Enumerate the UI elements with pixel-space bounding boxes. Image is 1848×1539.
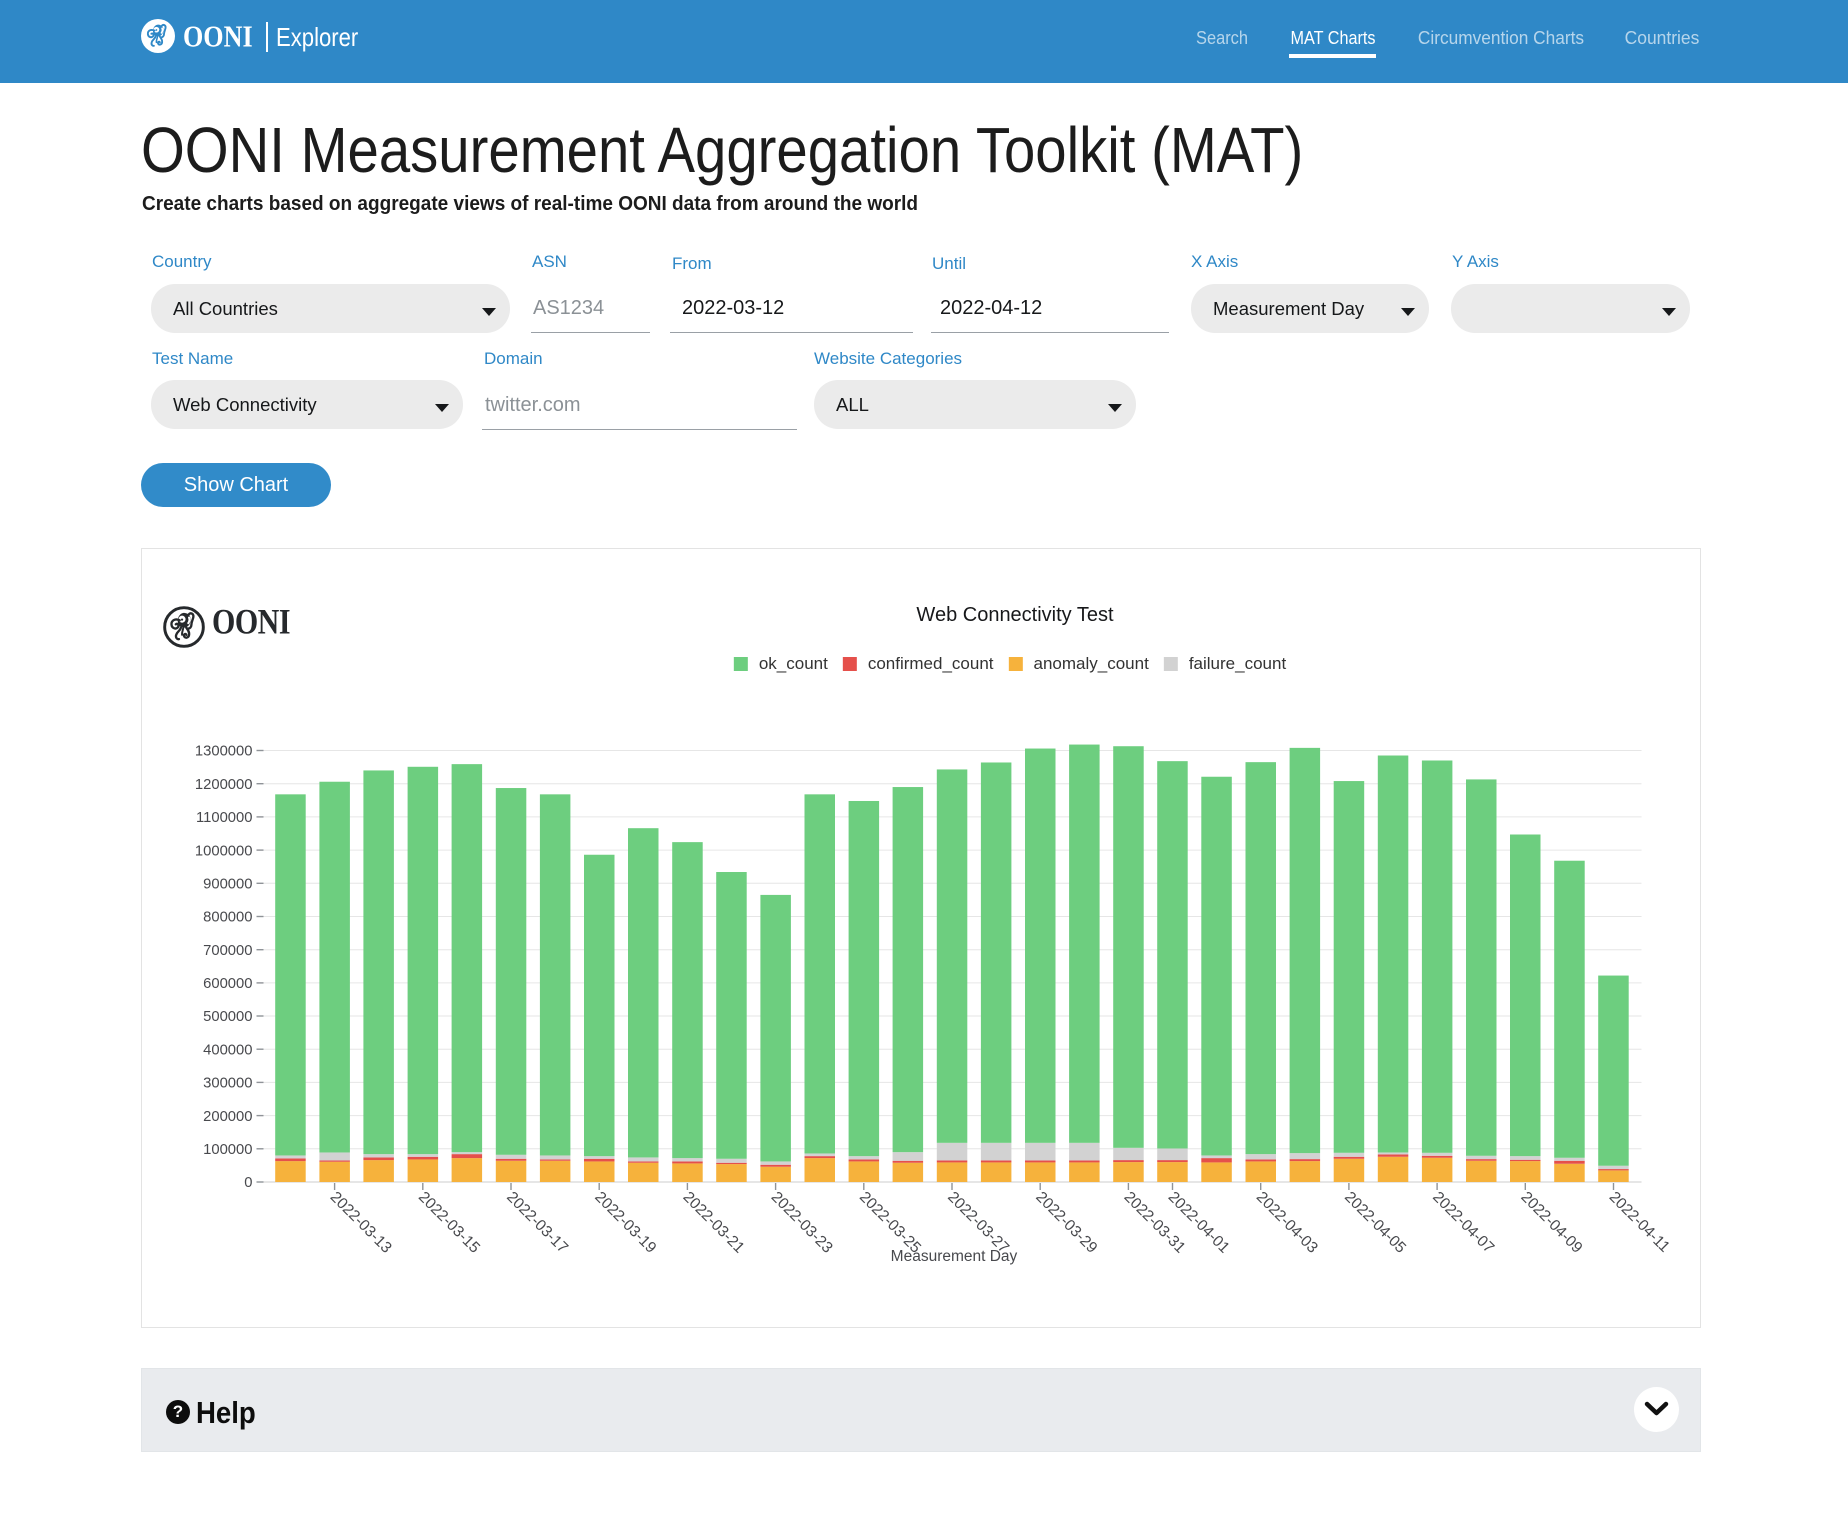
svg-text:200000: 200000 bbox=[203, 1109, 252, 1125]
svg-text:2022-03-15: 2022-03-15 bbox=[415, 1189, 483, 1257]
svg-text:2022-03-27: 2022-03-27 bbox=[944, 1189, 1012, 1257]
svg-text:2022-04-03: 2022-04-03 bbox=[1253, 1189, 1321, 1257]
svg-text:2022-04-07: 2022-04-07 bbox=[1429, 1189, 1497, 1257]
svg-text:2022-03-23: 2022-03-23 bbox=[768, 1189, 836, 1257]
svg-text:2022-03-17: 2022-03-17 bbox=[503, 1189, 571, 1257]
svg-text:Measurement Day: Measurement Day bbox=[891, 1248, 1018, 1265]
svg-text:700000: 700000 bbox=[203, 943, 252, 959]
svg-text:1100000: 1100000 bbox=[196, 810, 253, 826]
svg-text:400000: 400000 bbox=[203, 1042, 252, 1058]
svg-text:2022-03-29: 2022-03-29 bbox=[1032, 1189, 1100, 1257]
svg-text:2022-04-09: 2022-04-09 bbox=[1517, 1189, 1585, 1257]
svg-text:600000: 600000 bbox=[203, 976, 252, 992]
svg-text:0: 0 bbox=[244, 1175, 252, 1191]
svg-text:2022-03-13: 2022-03-13 bbox=[327, 1189, 395, 1257]
svg-text:800000: 800000 bbox=[203, 910, 252, 926]
svg-text:1300000: 1300000 bbox=[195, 744, 253, 760]
svg-text:100000: 100000 bbox=[203, 1142, 252, 1158]
svg-text:2022-03-21: 2022-03-21 bbox=[680, 1189, 748, 1257]
svg-text:500000: 500000 bbox=[203, 1009, 252, 1025]
svg-text:1200000: 1200000 bbox=[195, 777, 253, 793]
svg-text:2022-04-11: 2022-04-11 bbox=[1606, 1189, 1673, 1256]
svg-text:2022-03-25: 2022-03-25 bbox=[856, 1189, 924, 1257]
svg-text:300000: 300000 bbox=[203, 1076, 252, 1092]
svg-text:2022-03-19: 2022-03-19 bbox=[591, 1189, 659, 1257]
svg-text:1000000: 1000000 bbox=[195, 843, 253, 859]
svg-text:2022-04-05: 2022-04-05 bbox=[1341, 1189, 1409, 1257]
svg-text:900000: 900000 bbox=[203, 877, 252, 893]
